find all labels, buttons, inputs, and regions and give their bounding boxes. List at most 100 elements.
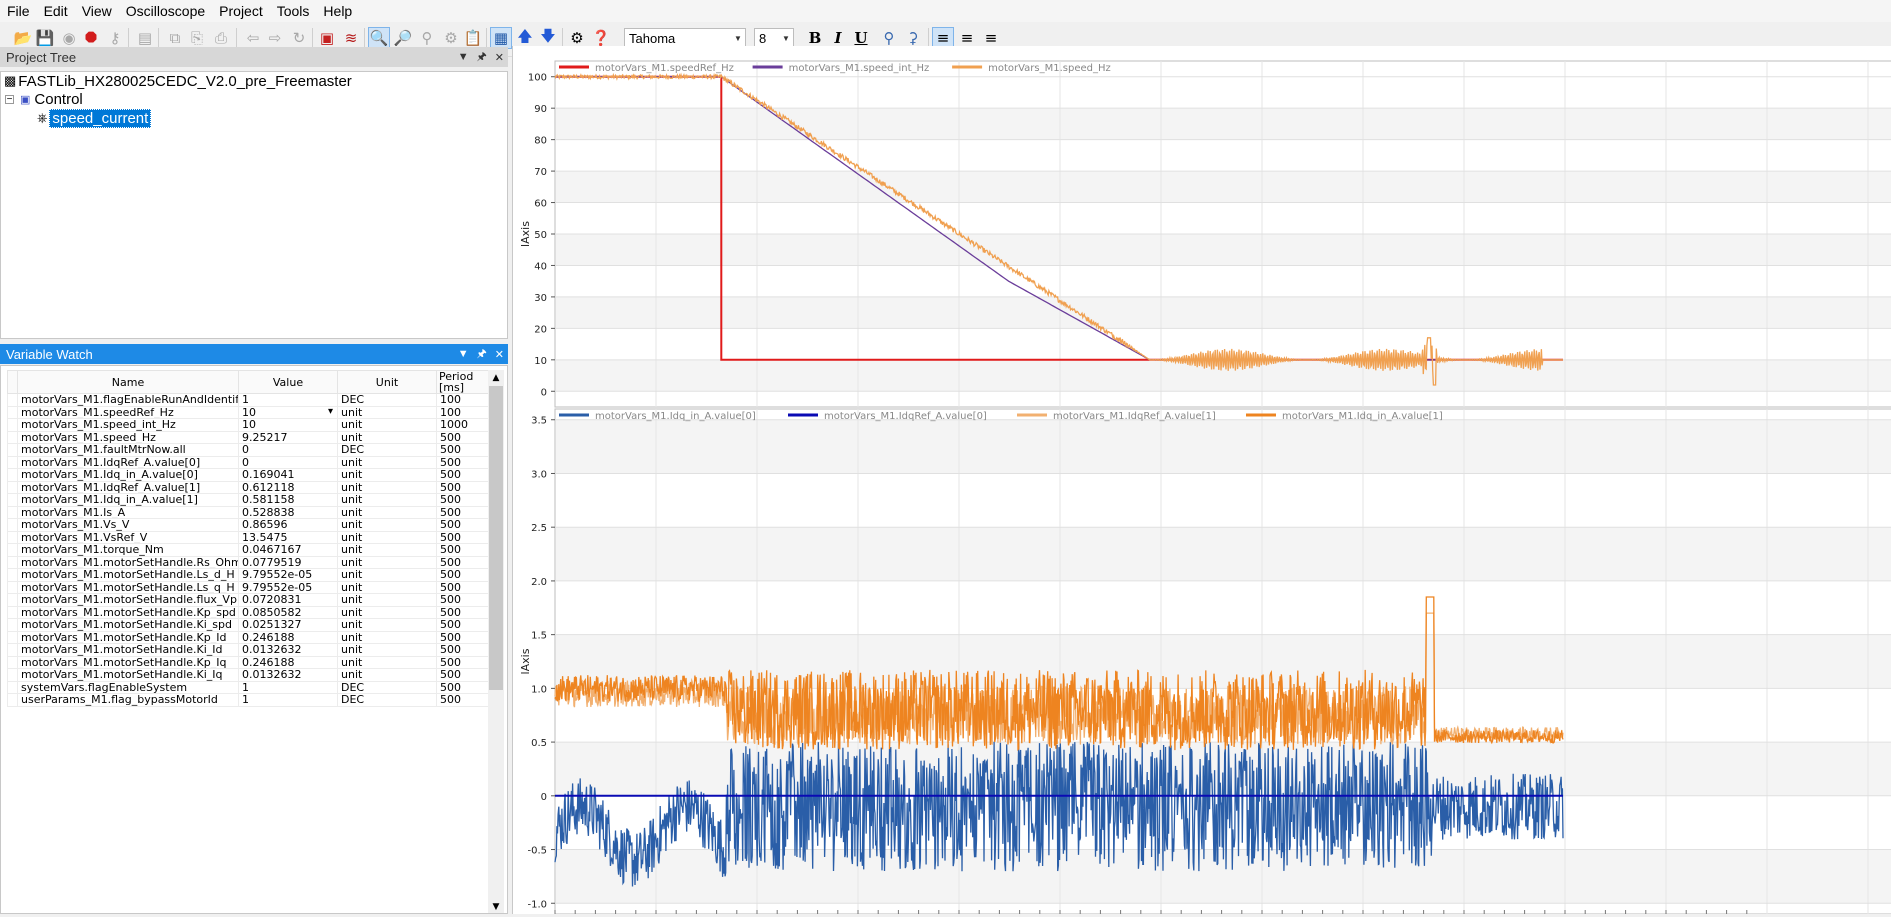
table-row[interactable]: motorVars_M1.speed_Hz 9.25217 unit 500 [7, 430, 489, 444]
tree-item-speed-current[interactable]: ⎈ speed_current [37, 108, 152, 128]
watch-value-cell[interactable]: 0.0779519 [238, 555, 338, 569]
save-icon[interactable]: 💾 [34, 27, 56, 49]
table-row[interactable]: motorVars_M1.motorSetHandle.Kp_Id 0.24618… [7, 630, 489, 644]
watch-value-cell[interactable]: 10 ▾ [238, 405, 338, 419]
watch-value-cell[interactable]: 0.0251327 [238, 618, 338, 632]
scroll-up-icon[interactable]: ▲ [488, 370, 504, 386]
menu-view[interactable]: View [75, 0, 119, 22]
zoom-reset-icon[interactable]: ⚙ [440, 27, 462, 49]
watch-value-cell[interactable]: 0.0720831 [238, 593, 338, 607]
scroll-down-icon[interactable]: ▼ [488, 899, 504, 913]
watch-scrollbar[interactable]: ▲ ▼ [488, 370, 504, 913]
properties-icon[interactable]: ▤ [134, 27, 156, 49]
watch-value-cell[interactable]: 0.0467167 [238, 543, 338, 557]
copy-icon[interactable]: ⧉ [164, 27, 186, 49]
column-header-period[interactable]: Period [ms] [436, 370, 489, 394]
watch-value-cell[interactable]: 0.169041 [238, 468, 338, 482]
print-icon[interactable]: ⎙ [210, 27, 232, 49]
collapse-icon[interactable]: − [5, 94, 14, 104]
table-row[interactable]: motorVars_M1.faultMtrNow.all 0 DEC 500 [7, 443, 489, 457]
dropdown-icon[interactable]: ▼ [458, 51, 469, 63]
watch-value-cell[interactable]: 0.612118 [238, 480, 338, 494]
table-row[interactable]: motorVars_M1.motorSetHandle.Ki_Id 0.01326… [7, 643, 489, 657]
paste-icon[interactable]: ⎘ [186, 27, 208, 49]
table-row[interactable]: motorVars_M1.torque_Nm 0.0467167 unit 500 [7, 543, 489, 557]
refresh-icon[interactable]: ↻ [288, 27, 310, 49]
table-row[interactable]: systemVars.flagEnableSystem 1 DEC 500 [7, 680, 489, 694]
tree-root[interactable]: ▩ FASTLib_HX280025CEDC_V2.0_pre_Freemast… [4, 72, 352, 90]
watch-value-cell[interactable]: 13.5475 [238, 530, 338, 544]
stop-icon[interactable]: ⯃ [80, 27, 102, 49]
watch-value-cell[interactable]: 9.25217 [238, 430, 338, 444]
oscilloscope-svg[interactable]: 0 10 20 30 40 50 60 70 80 90 100 lAxis motorVars_M1.… [513, 46, 1891, 915]
watch-value-cell[interactable]: 0.86596 [238, 518, 338, 532]
watch-name-cell: motorVars_M1.Idq_in_A.value[0] [17, 468, 239, 482]
table-row[interactable]: motorVars_M1.motorSetHandle.flux_VpHz 0.0… [7, 593, 489, 607]
dropdown-icon[interactable]: ▼ [458, 348, 469, 360]
close-icon[interactable]: ✕ [495, 348, 504, 361]
table-row[interactable]: motorVars_M1.motorSetHandle.Rs_Ohm 0.0779… [7, 555, 489, 569]
table-row[interactable]: motorVars_M1.speed_int_Hz 10 unit 1000 [7, 418, 489, 432]
table-row[interactable]: motorVars_M1.speedRef_Hz 10 ▾ unit 100 [7, 405, 489, 419]
watch-value-cell[interactable]: 9.79552e-05 [238, 580, 338, 594]
watch-value-cell[interactable]: 1 [238, 393, 338, 407]
table-row[interactable]: motorVars_M1.flagEnableRunAndIdentify 1 DE… [7, 393, 489, 407]
menu-oscilloscope[interactable]: Oscilloscope [119, 0, 212, 22]
watch-value-cell[interactable]: 0.528838 [238, 505, 338, 519]
close-icon[interactable]: ✕ [495, 51, 504, 64]
grid-icon[interactable]: ▦ [490, 27, 512, 49]
signal-icon[interactable]: ≋ [340, 27, 362, 49]
scroll-thumb[interactable] [489, 386, 503, 690]
zoom-in-icon[interactable]: 🔎 [392, 27, 414, 49]
menu-edit[interactable]: Edit [37, 0, 75, 22]
table-row[interactable]: motorVars_M1.motorSetHandle.Ls_q_H 9.7955… [7, 580, 489, 594]
record-icon[interactable]: ▣ [316, 27, 338, 49]
table-row[interactable]: motorVars_M1.motorSetHandle.Ki_spd 0.0251… [7, 618, 489, 632]
watch-value-cell[interactable]: 1 [238, 693, 338, 707]
value-dropdown-icon[interactable]: ▾ [328, 407, 333, 417]
menu-file[interactable]: File [0, 0, 37, 22]
watch-value-cell[interactable]: 0.246188 [238, 630, 338, 644]
watch-value-cell[interactable]: 0.581158 [238, 493, 338, 507]
menu-project[interactable]: Project [212, 0, 270, 22]
watch-value-cell[interactable]: 0.0132632 [238, 643, 338, 657]
watch-value-cell[interactable]: 0 [238, 443, 338, 457]
back-arrow-icon[interactable]: ⇦ [242, 27, 264, 49]
go-icon[interactable]: ◉ [58, 27, 80, 49]
watch-value-cell[interactable]: 10 [238, 418, 338, 432]
column-header-name[interactable]: Name [17, 370, 239, 394]
tree-group-control[interactable]: − ▣ Control [5, 90, 83, 108]
table-row[interactable]: motorVars_M1.Idq_in_A.value[0] 0.169041 un… [7, 468, 489, 482]
zoom-out-icon[interactable]: ⚲ [416, 27, 438, 49]
key-icon[interactable]: ⚷ [104, 27, 126, 49]
table-row[interactable]: motorVars_M1.Idq_in_A.value[1] 0.581158 un… [7, 493, 489, 507]
table-row[interactable]: motorVars_M1.Is_A 0.528838 unit 500 [7, 505, 489, 519]
table-row[interactable]: userParams_M1.flag_bypassMotorId 1 DEC 500 [7, 693, 489, 707]
menu-tools[interactable]: Tools [270, 0, 317, 22]
forward-arrow-icon[interactable]: ⇨ [264, 27, 286, 49]
table-row[interactable]: motorVars_M1.IdqRef_A.value[1] 0.612118 un… [7, 480, 489, 494]
clipboard-icon[interactable]: 📋 [462, 27, 484, 49]
pin-icon[interactable]: 🖈 [477, 345, 487, 364]
table-row[interactable]: motorVars_M1.motorSetHandle.Kp_spd 0.0850… [7, 605, 489, 619]
watch-value-cell[interactable]: 0.0850582 [238, 605, 338, 619]
table-row[interactable]: motorVars_M1.VsRef_V 13.5475 unit 500 [7, 530, 489, 544]
column-header-unit[interactable]: Unit [337, 370, 437, 394]
table-row[interactable]: motorVars_M1.motorSetHandle.Kp_Iq 0.24618… [7, 655, 489, 669]
column-header-value[interactable]: Value [238, 370, 338, 394]
watch-value-cell[interactable]: 0 [238, 455, 338, 469]
zoom-fit-icon[interactable]: 🔍 [368, 27, 390, 49]
open-folder-icon[interactable]: 📂 [12, 27, 34, 49]
watch-value-cell[interactable]: 0.246188 [238, 655, 338, 669]
pin-icon[interactable]: 🖈 [477, 48, 487, 67]
menu-help[interactable]: Help [316, 0, 359, 22]
table-row[interactable]: motorVars_M1.Vs_V 0.86596 unit 500 [7, 518, 489, 532]
table-row[interactable]: motorVars_M1.motorSetHandle.Ls_d_H 9.7955… [7, 568, 489, 582]
table-row[interactable]: motorVars_M1.IdqRef_A.value[0] 0 unit 500 [7, 455, 489, 469]
watch-value-cell[interactable]: 1 [238, 680, 338, 694]
watch-unit-cell: unit [337, 605, 437, 619]
oscilloscope-view[interactable]: 0 10 20 30 40 50 60 70 80 90 100 lAxis motorVars_M1.… [512, 46, 1891, 915]
table-row[interactable]: motorVars_M1.motorSetHandle.Ki_Iq 0.01326… [7, 668, 489, 682]
watch-value-cell[interactable]: 0.0132632 [238, 668, 338, 682]
watch-value-cell[interactable]: 9.79552e-05 [238, 568, 338, 582]
